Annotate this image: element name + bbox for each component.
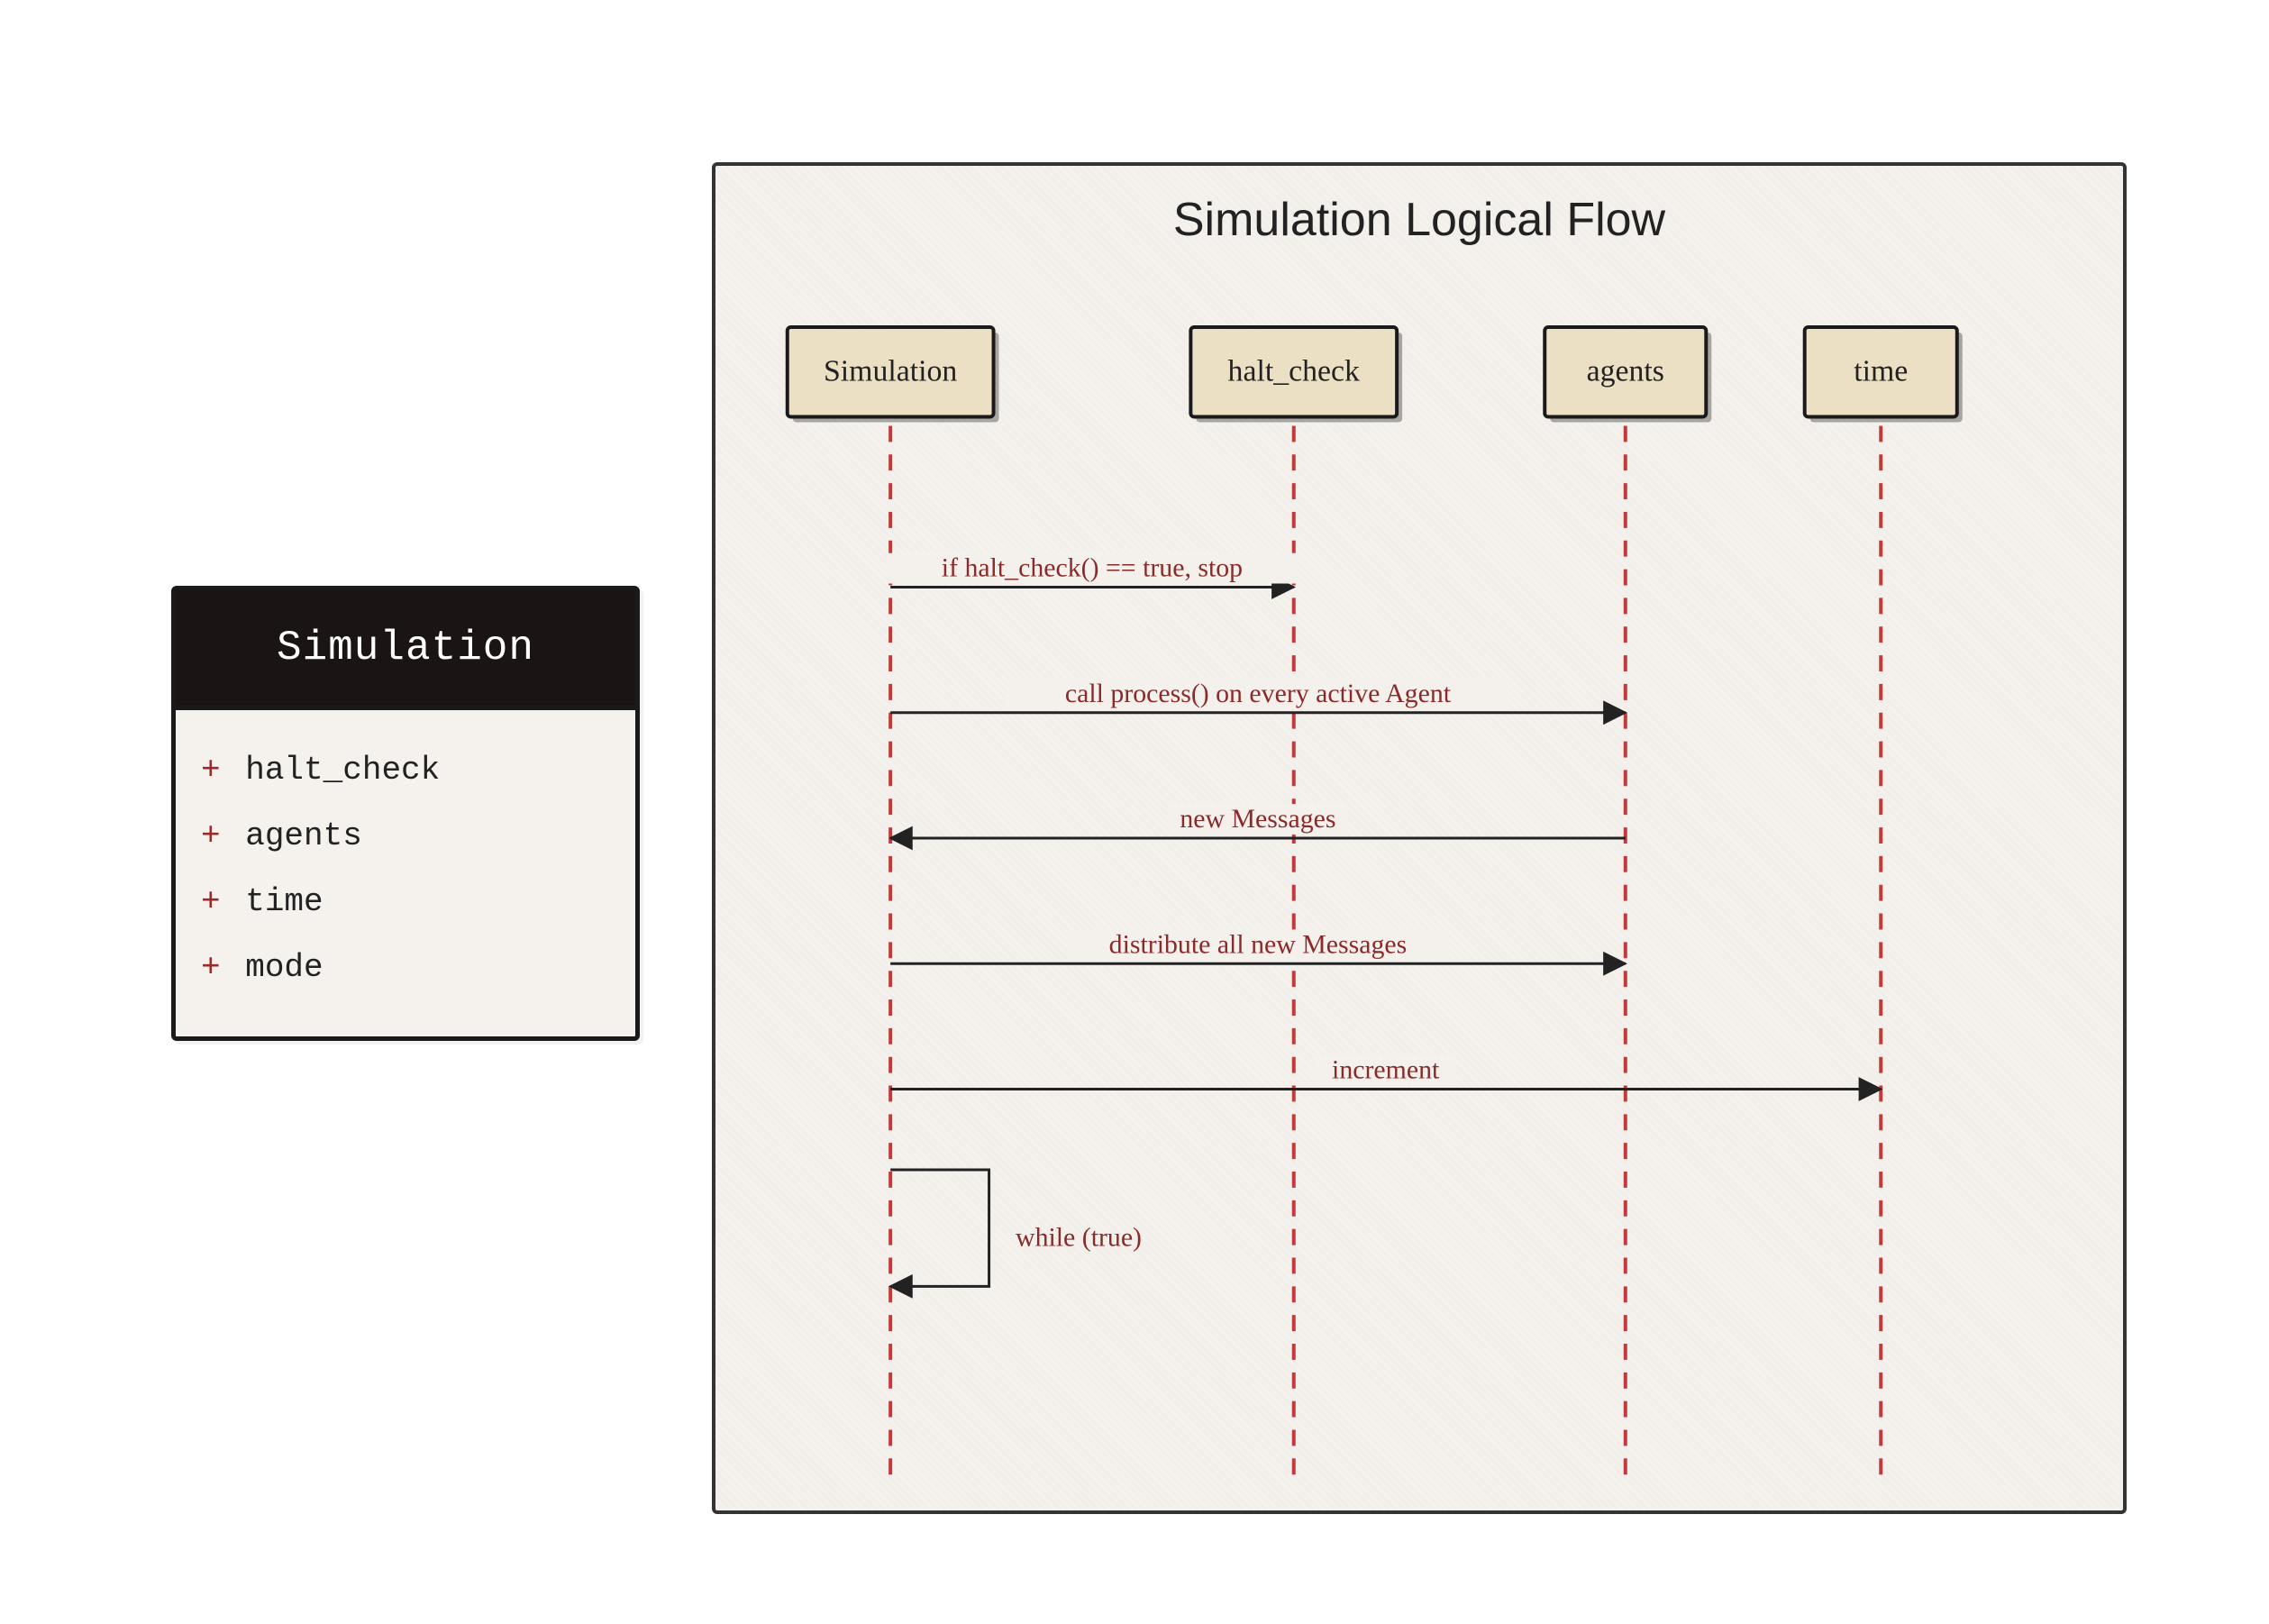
class-attr-name: halt_check bbox=[245, 752, 440, 789]
participant-label-halt: halt_check bbox=[1228, 355, 1360, 388]
self-loop-label: while (true) bbox=[1016, 1223, 1142, 1253]
message-label-0: if halt_check() == true, stop bbox=[942, 553, 1243, 583]
self-loop-arrow bbox=[890, 1170, 989, 1286]
class-attributes: + halt_check+ agents+ time+ mode bbox=[176, 710, 635, 1036]
message-label-1: call process() on every active Agent bbox=[1065, 679, 1452, 708]
message-label-3: distribute all new Messages bbox=[1109, 929, 1408, 959]
visibility-plus-icon: + bbox=[201, 949, 221, 986]
class-attr-agents: + agents bbox=[201, 803, 610, 869]
sequence-diagram-panel: Simulation Logical Flow Simulationhalt_c… bbox=[712, 162, 2127, 1514]
participant-label-agents: agents bbox=[1587, 355, 1664, 388]
class-title: Simulation bbox=[176, 590, 635, 710]
sequence-svg: Simulation halt_check agents time if halt_c… bbox=[715, 166, 2123, 1510]
class-attr-name: time bbox=[245, 883, 323, 920]
message-label-4: increment bbox=[1332, 1055, 1440, 1085]
visibility-plus-icon: + bbox=[201, 883, 221, 920]
class-attr-halt_check: + halt_check bbox=[201, 737, 610, 803]
class-attr-name: mode bbox=[245, 949, 323, 986]
participant-label-sim: Simulation bbox=[824, 355, 957, 388]
class-box-simulation: Simulation + halt_check+ agents+ time+ m… bbox=[171, 586, 640, 1041]
class-attr-mode: + mode bbox=[201, 935, 610, 1000]
message-label-2: new Messages bbox=[1180, 804, 1335, 834]
class-attr-name: agents bbox=[245, 817, 362, 854]
participant-label-time: time bbox=[1854, 355, 1908, 388]
visibility-plus-icon: + bbox=[201, 752, 221, 789]
class-attr-time: + time bbox=[201, 869, 610, 935]
visibility-plus-icon: + bbox=[201, 817, 221, 854]
